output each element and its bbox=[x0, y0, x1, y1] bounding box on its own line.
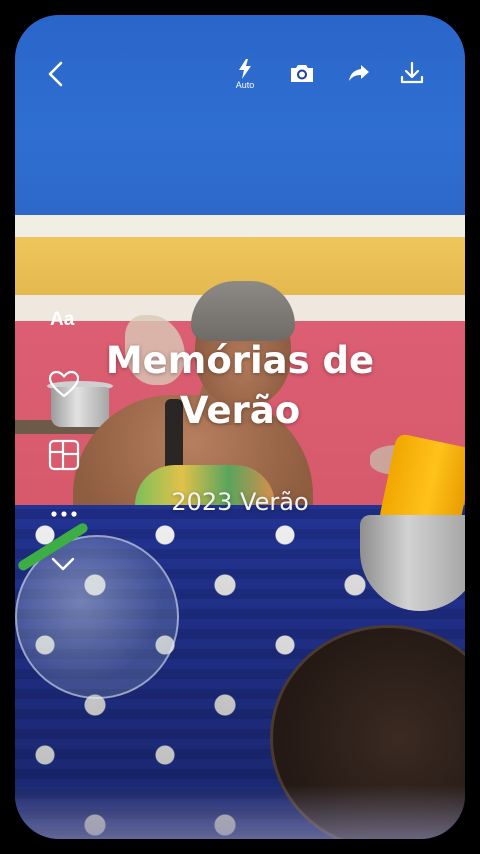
back-arrow-icon bbox=[48, 61, 63, 87]
layout-icon bbox=[48, 439, 80, 471]
download-button[interactable] bbox=[397, 58, 427, 88]
photo-wall-stripe bbox=[15, 215, 465, 237]
share-icon bbox=[349, 65, 369, 81]
memory-title[interactable]: Memórias de Verão bbox=[80, 336, 400, 436]
photo-bottom-blur bbox=[15, 785, 465, 839]
flash-button[interactable]: Auto bbox=[228, 54, 262, 94]
flash-mode-label: Auto bbox=[235, 79, 255, 90]
share-button[interactable] bbox=[344, 58, 374, 88]
camera-button[interactable] bbox=[286, 58, 318, 88]
chevron-down-icon bbox=[51, 557, 75, 571]
memory-title-block[interactable]: Memórias de Verão 2023 Verão bbox=[80, 336, 400, 516]
text-style-button[interactable]: Aa bbox=[40, 306, 100, 334]
expand-tools-button[interactable] bbox=[40, 552, 100, 576]
back-button[interactable] bbox=[40, 58, 72, 90]
camera-icon bbox=[291, 65, 313, 82]
flash-icon bbox=[239, 58, 251, 79]
photo-wall-blue bbox=[15, 15, 465, 215]
more-icon bbox=[51, 511, 77, 517]
memory-subtitle[interactable]: 2023 Verão bbox=[80, 488, 400, 516]
text-style-icon: Aa bbox=[50, 309, 75, 330]
download-icon bbox=[400, 61, 424, 84]
heart-icon bbox=[48, 370, 80, 398]
